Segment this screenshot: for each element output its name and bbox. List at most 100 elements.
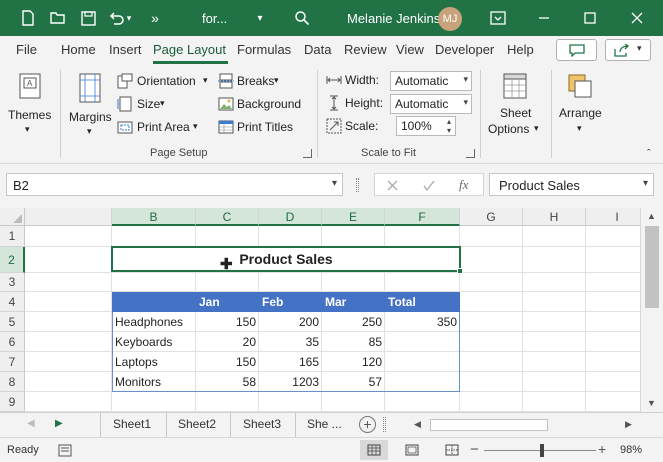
print-titles-button[interactable]: Print Titles [218, 118, 308, 136]
row-header-4[interactable]: 4 [0, 292, 25, 312]
undo-dropdown-icon[interactable]: ▾ [124, 8, 134, 28]
column-header-a[interactable] [25, 208, 112, 226]
expand-formula-bar-icon[interactable]: ▾ [643, 178, 648, 189]
column-header-h[interactable]: H [523, 208, 586, 226]
search-icon[interactable] [292, 8, 312, 28]
column-header-b[interactable]: B [112, 208, 196, 226]
page-layout-view-icon[interactable] [405, 444, 419, 456]
row-header-7[interactable]: 7 [0, 352, 25, 372]
tab-file[interactable]: File [16, 42, 37, 57]
file-name[interactable]: for... [202, 11, 227, 26]
maximize-icon[interactable] [580, 8, 600, 28]
open-folder-icon[interactable] [48, 8, 68, 28]
arrange-button[interactable]: Arrange ▾ [555, 68, 605, 148]
tab-home[interactable]: Home [61, 42, 96, 57]
header-cell-mar[interactable]: Mar [322, 292, 385, 312]
feb-cell[interactable]: 200 [259, 312, 322, 332]
product-cell[interactable]: Laptops [112, 352, 196, 372]
vertical-scrollbar[interactable]: ▲ ▼ [640, 208, 663, 412]
header-cell-total[interactable]: Total [385, 292, 460, 312]
sheet-tab-1[interactable]: Sheet1 [113, 417, 151, 431]
jan-cell[interactable]: 58 [196, 372, 259, 392]
column-header-f[interactable]: F [385, 208, 460, 226]
minimize-icon[interactable] [534, 8, 554, 28]
close-icon[interactable] [627, 8, 647, 28]
product-cell[interactable]: Headphones [112, 312, 196, 332]
themes-button[interactable]: A Themes ▾ [4, 68, 54, 146]
name-box[interactable]: B2 ▾ [6, 173, 343, 196]
insert-function-icon[interactable]: fx [459, 177, 468, 193]
jan-cell[interactable]: 150 [196, 312, 259, 332]
row-header-1[interactable]: 1 [0, 226, 25, 247]
undo-icon[interactable] [106, 8, 126, 28]
tab-page-layout[interactable]: Page Layout [153, 42, 226, 57]
product-cell[interactable]: Monitors [112, 372, 196, 392]
row-header-2[interactable]: 2 [0, 247, 25, 273]
new-file-icon[interactable] [18, 8, 38, 28]
more-commands-icon[interactable]: » [145, 8, 165, 28]
zoom-in-button[interactable]: + [598, 441, 606, 457]
print-area-button[interactable]: Print Area ▾ [117, 118, 207, 136]
tab-formulas[interactable]: Formulas [237, 42, 291, 57]
worksheet-grid[interactable]: B C D E F G H I 1 2 3 4 5 6 7 8 9 Produc… [0, 208, 640, 412]
zoom-out-button[interactable]: − [470, 441, 479, 458]
tab-help[interactable]: Help [507, 42, 534, 57]
scroll-up-icon[interactable]: ▲ [647, 211, 656, 221]
select-all-corner[interactable] [0, 208, 25, 226]
column-header-d[interactable]: D [259, 208, 322, 226]
breaks-button[interactable]: Breaks ▾ [218, 72, 288, 90]
row-header-8[interactable]: 8 [0, 372, 25, 392]
page-break-view-icon[interactable] [445, 444, 459, 456]
product-cell[interactable]: Keyboards [112, 332, 196, 352]
scale-spin-icon[interactable]: ▴ ▾ [447, 117, 451, 135]
sheet-tab-3[interactable]: Sheet3 [243, 417, 281, 431]
mar-cell[interactable]: 250 [322, 312, 385, 332]
header-cell-jan[interactable]: Jan [196, 292, 259, 312]
zoom-level[interactable]: 98% [620, 444, 642, 456]
background-button[interactable]: Background [218, 95, 308, 113]
enter-icon[interactable] [423, 180, 435, 191]
scale-spinner[interactable]: 100% ▴ ▾ [396, 116, 456, 136]
sheet-tab-more[interactable]: She ... [307, 417, 342, 431]
save-icon[interactable] [78, 8, 98, 28]
page-setup-launcher-icon[interactable] [303, 149, 312, 158]
tab-insert[interactable]: Insert [109, 42, 142, 57]
orientation-button[interactable]: Orientation ▾ [117, 72, 212, 90]
scroll-right-icon[interactable]: ▶ [625, 419, 632, 430]
filename-dropdown-icon[interactable]: ▾ [250, 8, 270, 28]
fill-handle[interactable] [457, 268, 463, 274]
tab-developer[interactable]: Developer [435, 42, 494, 57]
tab-data[interactable]: Data [304, 42, 331, 57]
next-sheet-icon[interactable]: ▶ [55, 418, 63, 429]
scale-to-fit-launcher-icon[interactable] [466, 149, 475, 158]
row-header-3[interactable]: 3 [0, 273, 25, 292]
formula-input[interactable]: Product Sales ▾ [489, 173, 654, 196]
column-header-e[interactable]: E [322, 208, 385, 226]
avatar[interactable]: MJ [438, 7, 462, 31]
tab-review[interactable]: Review [344, 42, 387, 57]
feb-cell[interactable]: 1203 [259, 372, 322, 392]
header-cell-feb[interactable]: Feb [259, 292, 322, 312]
size-button[interactable]: Size ▾ [117, 95, 177, 113]
mar-cell[interactable]: 85 [322, 332, 385, 352]
row-header-5[interactable]: 5 [0, 312, 25, 332]
comments-button[interactable] [556, 39, 597, 61]
prev-sheet-icon[interactable]: ◀ [27, 418, 35, 429]
selected-cell-b2[interactable]: Product Sales [111, 246, 461, 272]
vertical-scroll-thumb[interactable] [645, 226, 659, 308]
jan-cell[interactable]: 150 [196, 352, 259, 372]
width-select[interactable]: Automatic ▾ [390, 71, 472, 91]
add-sheet-icon[interactable]: + [359, 416, 376, 433]
ribbon-display-options-icon[interactable] [488, 8, 508, 28]
total-cell[interactable]: 350 [385, 312, 460, 332]
column-header-i[interactable]: I [586, 208, 640, 226]
scroll-down-icon[interactable]: ▼ [647, 398, 656, 408]
jan-cell[interactable]: 20 [196, 332, 259, 352]
row-header-6[interactable]: 6 [0, 332, 25, 352]
mar-cell[interactable]: 57 [322, 372, 385, 392]
horizontal-scroll-thumb[interactable] [430, 419, 548, 431]
height-select[interactable]: Automatic ▾ [390, 94, 472, 114]
column-header-c[interactable]: C [196, 208, 259, 226]
row-header-9[interactable]: 9 [0, 392, 25, 412]
feb-cell[interactable]: 165 [259, 352, 322, 372]
